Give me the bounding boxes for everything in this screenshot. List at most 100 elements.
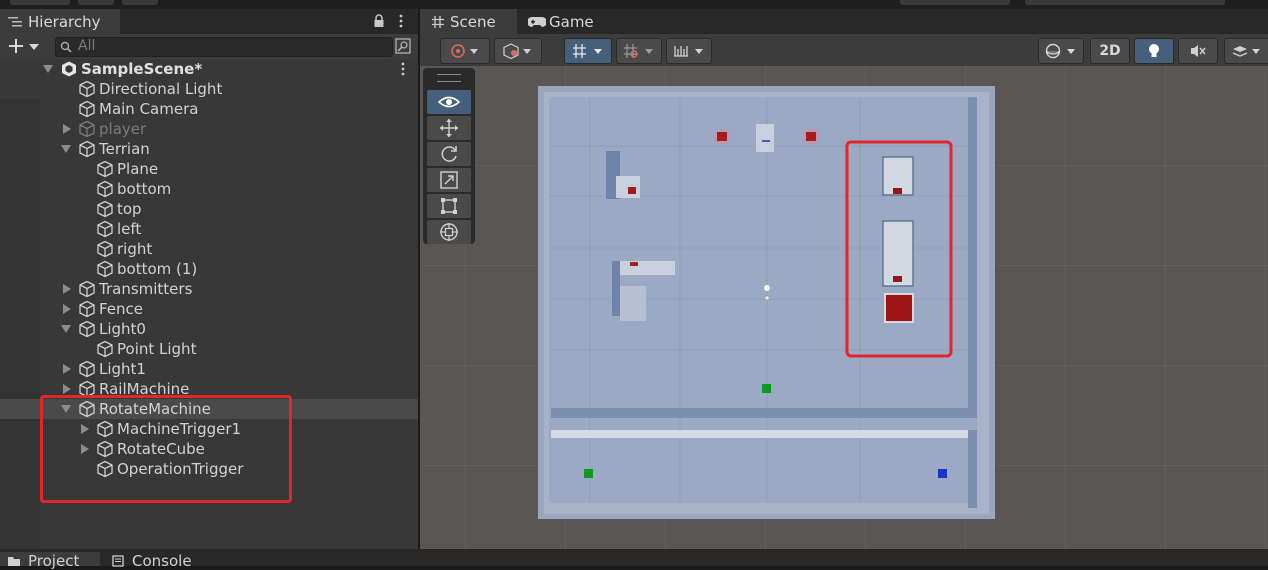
ruler-icon — [674, 46, 703, 57]
tree-row-label: Light0 — [99, 320, 146, 338]
tree-row-label: right — [117, 240, 153, 258]
scene-viewport[interactable] — [420, 66, 1268, 549]
tree-row[interactable]: right — [0, 239, 418, 259]
light-bulb-icon — [1149, 44, 1159, 57]
layers-icon — [1232, 46, 1260, 57]
tree-row-label: Fence — [99, 300, 144, 318]
search-input[interactable]: All — [55, 37, 393, 57]
toolbar-fragment — [78, 0, 114, 5]
tree-row[interactable]: Fence — [0, 299, 418, 319]
expand-arrow-open-icon[interactable] — [61, 325, 71, 333]
tree-row-label: bottom (1) — [117, 260, 198, 278]
tree-row-label: Transmitters — [99, 280, 193, 298]
expand-arrow-closed-icon[interactable] — [63, 364, 71, 374]
tab-project[interactable]: Project — [0, 552, 100, 570]
tab-console-label: Console — [132, 552, 192, 570]
rotate-tool-button[interactable] — [427, 142, 471, 166]
snap-increment-dropdown[interactable] — [616, 38, 662, 64]
tree-row[interactable]: Main Camera — [0, 99, 418, 119]
hierarchy-toolbar: All — [0, 34, 418, 59]
audio-toggle[interactable] — [1178, 38, 1218, 64]
tree-row-label: top — [117, 200, 142, 218]
ruler-dropdown[interactable] — [666, 38, 712, 64]
tree-row[interactable]: Directional Light — [0, 79, 418, 99]
chevron-down-icon — [29, 44, 39, 50]
tab-scene[interactable]: Scene — [420, 9, 517, 34]
scene-tabbar: Scene Game — [420, 9, 1268, 34]
tree-row-label: Light1 — [99, 360, 146, 378]
camera-dropdown[interactable] — [1038, 38, 1084, 64]
tree-row[interactable]: Terrian — [0, 139, 418, 159]
toolbar-fragment — [10, 0, 70, 5]
hierarchy-panel: Hierarchy All SampleScene* Directional Li… — [0, 9, 418, 549]
audio-mute-icon — [1191, 45, 1206, 57]
plus-icon — [9, 39, 23, 53]
tree-row[interactable]: Point Light — [0, 339, 418, 359]
scene-toolbar: 2D — [420, 34, 1268, 66]
tool-palette-handle[interactable] — [437, 74, 461, 82]
tree-row-label: Plane — [117, 160, 159, 178]
lock-icon[interactable] — [373, 14, 385, 28]
draw-mode-dropdown[interactable] — [440, 38, 490, 64]
top-strip — [0, 0, 1268, 9]
mode-2d-label: 2D — [1099, 43, 1121, 59]
tree-row[interactable]: top — [0, 199, 418, 219]
gamepad-icon — [528, 16, 546, 27]
scene-more-icon[interactable] — [400, 62, 406, 80]
expand-arrow-open-icon[interactable] — [43, 65, 53, 73]
tab-game[interactable]: Game — [520, 9, 600, 34]
tree-row-label: Point Light — [117, 340, 197, 358]
draw-mode-icon — [451, 44, 478, 58]
more-icon[interactable] — [398, 14, 404, 28]
expand-arrow-closed-icon[interactable] — [63, 304, 71, 314]
scale-tool-button[interactable] — [427, 168, 471, 192]
transform-tool-button[interactable] — [427, 220, 471, 244]
move-tool-button[interactable] — [427, 116, 471, 140]
rect-tool-button[interactable] — [427, 194, 471, 218]
tree-row[interactable]: player — [0, 119, 418, 139]
expand-arrow-open-icon[interactable] — [61, 145, 71, 153]
tree-row[interactable]: Transmitters — [0, 279, 418, 299]
scene-canvas[interactable] — [420, 66, 1268, 549]
tree-row[interactable]: left — [0, 219, 418, 239]
expand-arrow-closed-icon[interactable] — [63, 384, 71, 394]
folder-icon — [8, 557, 20, 566]
transform-icon — [440, 223, 458, 241]
tab-console[interactable]: Console — [104, 552, 204, 570]
search-icon — [60, 41, 72, 53]
grid-icon — [432, 15, 444, 28]
move-icon — [440, 119, 458, 137]
lighting-toggle[interactable] — [1134, 38, 1174, 64]
tree-row[interactable]: Light0 — [0, 319, 418, 339]
tree-row-label: Terrian — [99, 140, 150, 158]
grid-snap-dropdown[interactable] — [564, 38, 612, 64]
tree-row-label: player — [99, 120, 147, 138]
tree-row[interactable]: bottom — [0, 179, 418, 199]
effects-dropdown[interactable] — [1224, 38, 1268, 64]
search-options-icon[interactable] — [395, 38, 411, 54]
add-dropdown[interactable] — [6, 37, 42, 55]
tree-row[interactable]: Plane — [0, 159, 418, 179]
rect-icon — [441, 198, 457, 214]
tab-scene-label: Scene — [450, 12, 496, 31]
expand-arrow-closed-icon[interactable] — [63, 124, 71, 134]
mode-2d-button[interactable]: 2D — [1090, 38, 1130, 64]
toolbar-fragment — [122, 0, 158, 5]
tab-hierarchy[interactable]: Hierarchy — [0, 9, 120, 34]
view-tool-button[interactable] — [427, 90, 471, 114]
tree-row-label: left — [117, 220, 142, 238]
expand-arrow-closed-icon[interactable] — [63, 284, 71, 294]
tab-hierarchy-label: Hierarchy — [28, 12, 101, 31]
highlight-box — [40, 395, 292, 503]
tree-row-label: Directional Light — [99, 80, 223, 98]
console-icon — [112, 555, 124, 567]
toolbar-fragment — [900, 0, 1010, 5]
tree-row-label: SampleScene* — [81, 60, 203, 78]
shading-dropdown[interactable] — [494, 38, 542, 64]
tree-row[interactable]: Light1 — [0, 359, 418, 379]
eye-icon — [438, 96, 460, 108]
tree-row[interactable]: bottom (1) — [0, 259, 418, 279]
tree-row[interactable]: SampleScene* — [0, 59, 418, 79]
cube-shading-icon — [503, 43, 531, 59]
grid-snap-icon — [573, 44, 602, 58]
